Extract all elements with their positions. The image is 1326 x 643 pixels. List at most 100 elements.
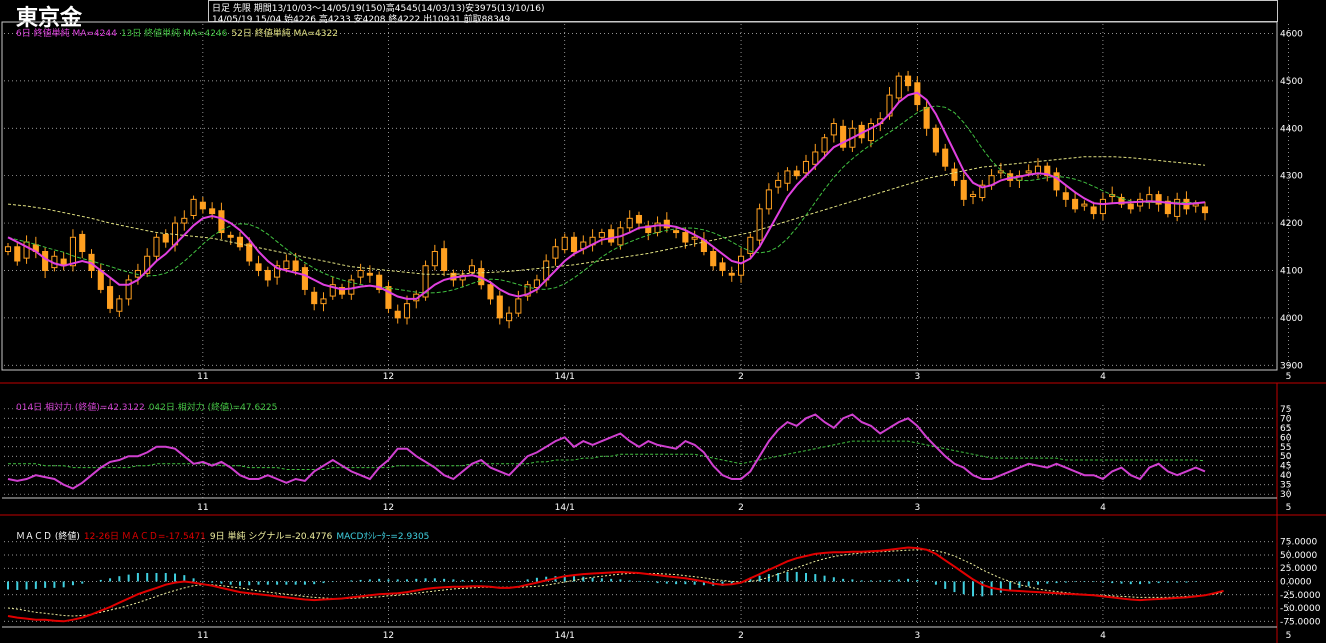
candle-body-down: [1062, 192, 1069, 200]
candle-body-down: [942, 148, 949, 167]
x-tick-label: 4: [1100, 372, 1106, 382]
rsi-y-tick-label: 60: [1280, 433, 1292, 443]
candle-body-down: [487, 284, 494, 300]
candle-body-up: [1192, 203, 1199, 207]
macd-line: [7, 546, 1224, 623]
price-y-tick-label: 4100: [1280, 266, 1303, 276]
candle-body-down: [162, 233, 169, 243]
candle-body-up: [283, 260, 290, 270]
x-tick-label: 14/1: [555, 503, 575, 513]
macd-y-tick-label: -50.0000: [1280, 604, 1321, 614]
x-tick-label: 4: [1100, 503, 1106, 513]
candle-body-down: [255, 263, 262, 271]
x-tick-label: 2: [738, 503, 744, 513]
candle-body-down: [1053, 172, 1060, 191]
x-tick-label: 2: [738, 372, 744, 382]
x-tick-label: 12: [383, 631, 394, 641]
macd-y-tick-label: -75.0000: [1280, 617, 1321, 627]
candle-body-up: [737, 255, 745, 276]
candle-body-up: [1025, 170, 1032, 174]
candle-body-up: [320, 298, 327, 305]
x-tick-label: 3: [914, 503, 920, 513]
candle-body-up: [765, 189, 772, 210]
candle-body-up: [1099, 198, 1106, 215]
rsi-y-tick-label: 55: [1280, 443, 1291, 453]
x-tick-label: 11: [197, 503, 208, 513]
candle-body-down: [1072, 198, 1079, 210]
rsi-y-tick-label: 65: [1280, 424, 1291, 434]
candle-body-up: [895, 75, 902, 99]
candle-body-up: [775, 179, 782, 188]
candle-body-down: [311, 291, 318, 305]
candle-body-down: [441, 248, 448, 271]
candle-body-down: [42, 251, 49, 271]
candle-body-down: [960, 179, 967, 200]
ma6-line: [7, 91, 1206, 300]
candle-body-down: [97, 269, 104, 290]
candle-body-down: [394, 310, 401, 319]
candle-body-up: [784, 170, 791, 184]
chart-canvas: 3900400041004200430044004500460030354045…: [0, 21, 1326, 643]
candle-body-up: [153, 236, 160, 257]
x-tick-label: 11: [197, 631, 208, 641]
candle-body-down: [793, 170, 800, 177]
rsi14-line: [7, 413, 1206, 490]
candle-body-down: [227, 234, 234, 238]
macd-y-tick-label: 50.0000: [1280, 551, 1317, 561]
rsi-y-tick-label: 70: [1280, 414, 1292, 424]
ma52-line: [7, 156, 1206, 275]
macd-y-tick-label: -25.0000: [1280, 591, 1321, 601]
rsi-y-tick-label: 50: [1280, 452, 1292, 462]
candle-body-down: [14, 246, 21, 262]
candle-body-down: [496, 295, 503, 319]
candle-body-down: [366, 272, 373, 276]
candle-body-up: [812, 151, 819, 165]
candle-body-up: [598, 232, 605, 238]
candle-body-down: [199, 201, 206, 210]
chart-window: 東京金 日足 先限 期間13/10/03〜14/05/19(150)高4545(…: [0, 0, 1326, 643]
candle-body-down: [951, 168, 958, 181]
candle-body-down: [710, 251, 717, 267]
ma13-line: [7, 105, 1206, 294]
x-tick-label: 5: [1286, 372, 1292, 382]
candle-body-up: [23, 241, 30, 259]
candle-body-down: [209, 208, 216, 215]
macd-y-tick-label: 75.0000: [1280, 538, 1317, 548]
candle-body-up: [552, 246, 559, 259]
rsi-y-tick-label: 45: [1280, 462, 1291, 472]
candle-body-up: [1081, 203, 1088, 207]
candle-body-up: [468, 265, 476, 273]
candle-body-up: [69, 236, 77, 267]
candle-body-down: [728, 272, 735, 276]
price-y-tick-label: 4600: [1280, 29, 1303, 39]
candle-body-down: [932, 127, 939, 153]
candle-body-down: [107, 286, 114, 309]
candle-body-down: [1090, 206, 1097, 215]
macd-y-tick-label: 0.0000: [1280, 578, 1312, 588]
candle-body-down: [79, 233, 86, 253]
candle-body-down: [301, 267, 308, 290]
candle-body-down: [292, 260, 299, 271]
x-tick-label: 14/1: [555, 631, 575, 641]
price-y-tick-label: 4200: [1280, 219, 1303, 229]
candle-body-down: [1127, 203, 1134, 210]
candle-body-up: [515, 298, 522, 314]
price-y-tick-label: 4500: [1280, 77, 1303, 87]
candle-body-up: [561, 236, 568, 251]
x-tick-label: 11: [197, 372, 208, 382]
x-tick-label: 3: [914, 631, 920, 641]
candle-body-up: [506, 312, 513, 322]
candle-body-up: [691, 236, 698, 240]
price-y-tick-label: 4400: [1280, 124, 1303, 134]
x-tick-label: 12: [383, 372, 394, 382]
candle-body-up: [190, 198, 197, 216]
rsi-y-tick-label: 35: [1280, 481, 1291, 491]
x-tick-label: 3: [914, 372, 920, 382]
candle-body-up: [181, 217, 188, 224]
candle-body-up: [830, 123, 837, 136]
candle-body-up: [821, 137, 828, 153]
candle-body-up: [403, 303, 411, 319]
candle-body-up: [357, 269, 364, 278]
candle-body-down: [923, 106, 930, 129]
rsi-y-tick-label: 40: [1280, 471, 1292, 481]
